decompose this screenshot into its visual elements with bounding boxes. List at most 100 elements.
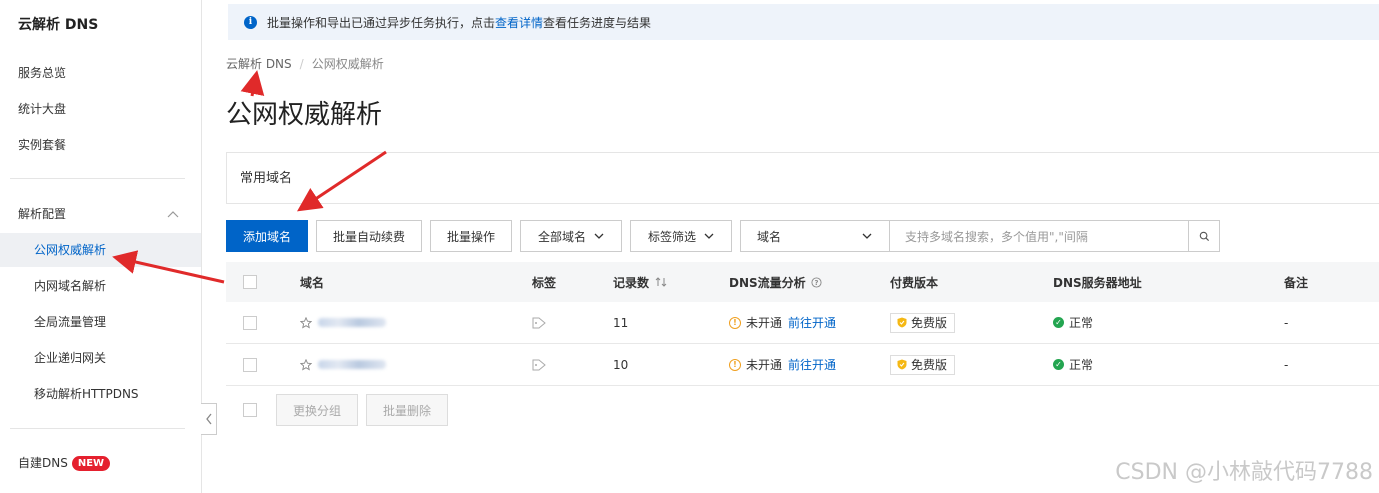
search-field-label: 域名 [757,229,782,244]
table-row: 10 ! 未开通 前往开通 免费版 ✓ 正常 - [226,344,1379,386]
all-domains-dropdown[interactable]: 全部域名 [520,220,622,252]
arrow-to-breadcrumb [240,70,265,97]
row-checkbox[interactable] [243,357,257,372]
table-header: 域名 标签 记录数 DNS流量分析 ? 付费版本 DNS服务器地址 备注 [226,262,1379,302]
enable-traffic-link[interactable]: 前往开通 [788,356,836,373]
shield-icon [897,317,907,328]
domain-cell [300,302,386,343]
column-header-records[interactable]: 记录数 [613,262,667,302]
traffic-status: 未开通 [746,358,783,372]
common-domains-label: 常用域名 [240,171,293,186]
add-domain-button[interactable]: 添加域名 [226,220,308,252]
warning-icon: ! [729,316,741,329]
domain-table: 域名 标签 记录数 DNS流量分析 ? 付费版本 DNS服务器地址 备注 11 … [226,262,1379,386]
batch-delete-button[interactable]: 批量删除 [366,394,448,426]
page-title: 公网权威解析 [226,100,383,130]
sidebar-collapse-button[interactable] [201,403,217,435]
remark-cell: - [1284,315,1289,330]
notice-text-after: 查看任务进度与结果 [543,15,652,30]
sidebar-item-instances[interactable]: 实例套餐 [0,128,201,162]
product-title: 云解析 DNS [18,17,99,33]
traffic-cell: ! 未开通 前往开通 [729,344,836,385]
sidebar-item-overview[interactable]: 服务总览 [0,56,201,90]
column-header-tags: 标签 [532,275,557,290]
help-icon[interactable]: ? [811,276,822,288]
sidebar-group-label: 解析配置 [18,207,67,221]
check-circle-icon: ✓ [1053,317,1064,328]
breadcrumb-item-current: 公网权威解析 [311,57,384,71]
chevron-down-icon [704,233,714,239]
chevron-down-icon [862,233,872,239]
common-domains-panel: 常用域名 [226,152,1379,204]
select-all-checkbox[interactable] [243,275,257,289]
sidebar-item-recursive-gateway[interactable]: 企业递归网关 [0,341,201,375]
domain-name-redacted[interactable] [318,360,386,369]
breadcrumb: 云解析 DNS / 公网权威解析 [226,55,384,72]
sidebar-divider [10,428,185,429]
check-circle-icon: ✓ [1053,359,1064,370]
edition-label: 免费版 [911,358,948,372]
new-badge: NEW [71,456,111,471]
search-icon [1199,231,1209,241]
notice-details-link[interactable]: 查看详情 [495,14,543,31]
change-group-button[interactable]: 更换分组 [276,394,358,426]
chevron-left-icon [205,413,212,425]
info-icon: i [244,15,257,29]
enable-traffic-link[interactable]: 前往开通 [788,314,836,331]
async-task-notice: i 批量操作和导出已通过异步任务执行，点击 查看详情 查看任务进度与结果 [228,4,1379,40]
column-header-remark: 备注 [1284,275,1309,290]
notice-text: 批量操作和导出已通过异步任务执行，点击 [267,15,496,30]
column-header-domain: 域名 [300,275,325,290]
row-checkbox[interactable] [243,315,257,330]
column-header-edition: 付费版本 [890,275,939,290]
svg-text:?: ? [814,278,818,286]
dns-server-cell: ✓ 正常 [1053,344,1093,385]
table-row: 11 ! 未开通 前往开通 免费版 ✓ 正常 - [226,302,1379,344]
record-count: 10 [613,357,629,372]
sidebar-item-stats[interactable]: 统计大盘 [0,92,201,126]
traffic-cell: ! 未开通 前往开通 [729,302,836,343]
tag-icon[interactable] [532,359,546,371]
edition-label: 免费版 [911,316,948,330]
edition-badge: 免费版 [890,312,956,333]
star-icon[interactable] [300,358,312,371]
sidebar-item-global-traffic[interactable]: 全局流量管理 [0,305,201,339]
edition-badge: 免费版 [890,354,956,375]
shield-icon [897,359,907,370]
tag-icon[interactable] [532,317,546,329]
record-count: 11 [613,315,629,330]
chevron-up-icon [167,211,179,218]
sort-icon [655,277,667,287]
star-icon[interactable] [300,316,312,329]
batch-auto-renew-button[interactable]: 批量自动续费 [316,220,422,252]
sidebar-item-private-zone[interactable]: 内网域名解析 [0,269,201,303]
remark-cell: - [1284,357,1289,372]
domain-name-redacted[interactable] [318,318,386,327]
traffic-header-label: DNS流量分析 [729,275,806,290]
batch-operations-button[interactable]: 批量操作 [430,220,512,252]
sidebar-item-public-authoritative[interactable]: 公网权威解析 [0,233,201,267]
sidebar-item-self-built-dns[interactable]: 自建DNS NEW [0,446,201,480]
search-placeholder: 支持多域名搜索，多个值用","间隔 [905,229,1088,244]
tag-filter-dropdown[interactable]: 标签筛选 [630,220,732,252]
sidebar-item-httpdns[interactable]: 移动解析HTTPDNS [0,377,201,411]
column-header-dns-server: DNS服务器地址 [1053,275,1142,290]
warning-icon: ! [729,358,741,371]
domain-cell [300,344,386,385]
breadcrumb-separator: / [299,57,304,71]
dns-status: 正常 [1069,316,1094,330]
dns-status: 正常 [1069,358,1094,372]
records-header-label: 记录数 [613,275,650,290]
search-field-select[interactable]: 域名 [740,220,890,252]
chevron-down-icon [594,233,604,239]
dns-server-cell: ✓ 正常 [1053,302,1093,343]
search-button[interactable] [1188,220,1220,252]
traffic-status: 未开通 [746,316,783,330]
sidebar-divider [10,178,185,179]
all-domains-label: 全部域名 [537,229,586,244]
sidebar-group-resolve-config[interactable]: 解析配置 [0,197,201,231]
footer-select-all-checkbox[interactable] [243,403,257,417]
breadcrumb-item-dns[interactable]: 云解析 DNS [226,57,292,71]
domain-search-input[interactable]: 支持多域名搜索，多个值用","间隔 [889,220,1189,252]
watermark: CSDN @小林敲代码7788 [1115,460,1373,485]
